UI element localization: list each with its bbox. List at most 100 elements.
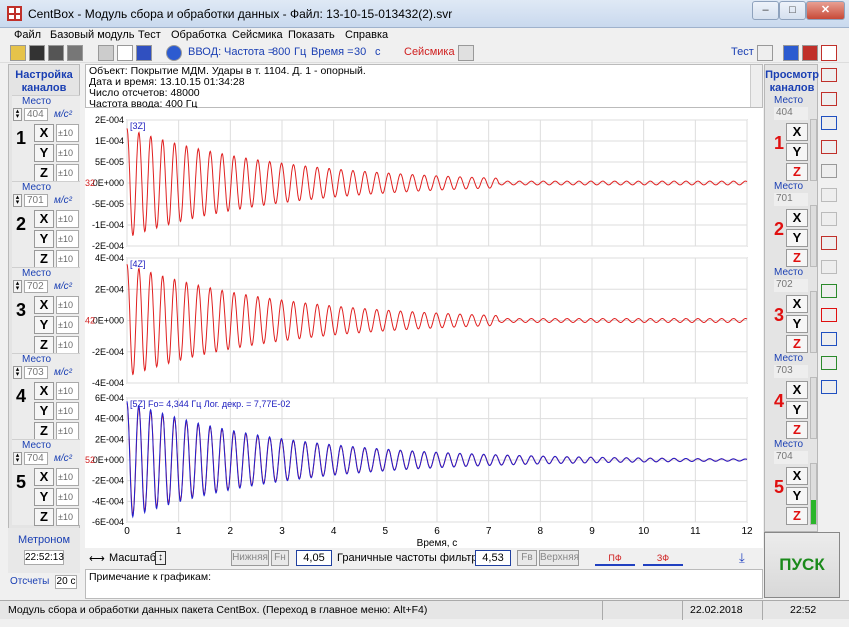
view-axis-z[interactable]: Z: [786, 421, 808, 439]
download-icon[interactable]: ⤓: [739, 550, 745, 566]
menu-test[interactable]: Тест: [138, 29, 161, 41]
curve-icon[interactable]: [821, 164, 837, 178]
filter-icon[interactable]: [821, 236, 837, 250]
upper-button[interactable]: Верхняя: [539, 550, 579, 566]
help-icon[interactable]: [166, 45, 182, 61]
freq-value[interactable]: 800: [272, 46, 290, 58]
menu-help[interactable]: Справка: [345, 29, 388, 41]
fs-icon[interactable]: [821, 332, 837, 346]
window-icon[interactable]: [783, 45, 799, 61]
place-input[interactable]: 702: [24, 280, 48, 293]
range-input[interactable]: ±10: [56, 336, 79, 354]
maximize-button[interactable]: □: [779, 1, 806, 20]
place-input[interactable]: 404: [24, 108, 48, 121]
save-icon[interactable]: [29, 45, 45, 61]
axis-button-x[interactable]: X: [34, 124, 54, 142]
time-value[interactable]: 30: [354, 46, 366, 58]
place-input[interactable]: 701: [24, 194, 48, 207]
range-input[interactable]: ±10: [56, 508, 79, 526]
range-input[interactable]: ±10: [56, 382, 79, 400]
range-input[interactable]: ±10: [56, 468, 79, 486]
range-input[interactable]: ±10: [56, 164, 79, 182]
seismic-button[interactable]: Сейсмика: [404, 46, 455, 58]
axis-button-z[interactable]: Z: [34, 250, 54, 268]
view-axis-z[interactable]: Z: [786, 249, 808, 267]
range-input[interactable]: ±10: [56, 422, 79, 440]
channels-icon[interactable]: [98, 45, 114, 61]
menu-show[interactable]: Показать: [288, 29, 335, 41]
range-input[interactable]: ±10: [56, 488, 79, 506]
circle-icon[interactable]: [821, 260, 837, 274]
range-input[interactable]: ±10: [56, 144, 79, 162]
vertical-scale-icon[interactable]: ↕: [155, 551, 166, 565]
menu-base-module[interactable]: Базовый модуль: [50, 29, 134, 41]
export-icon[interactable]: [67, 45, 83, 61]
axis-button-x[interactable]: X: [34, 210, 54, 228]
record-icon[interactable]: [821, 68, 837, 82]
menu-seismic[interactable]: Сейсмика: [232, 29, 283, 41]
view-axis-x[interactable]: X: [786, 123, 808, 141]
test-button[interactable]: Тест: [731, 46, 754, 58]
axis-button-y[interactable]: Y: [34, 230, 54, 248]
view-axis-x[interactable]: X: [786, 467, 808, 485]
info-scrollbar[interactable]: [750, 65, 762, 107]
view-axis-y[interactable]: Y: [786, 401, 808, 419]
save-as-icon[interactable]: [48, 45, 64, 61]
range-input[interactable]: ±10: [56, 296, 79, 314]
layout-icon[interactable]: [821, 45, 837, 61]
place-spinner[interactable]: ▴ ▾: [13, 366, 22, 379]
place-input[interactable]: 703: [24, 366, 48, 379]
view-axis-x[interactable]: X: [786, 381, 808, 399]
view-axis-y[interactable]: Y: [786, 487, 808, 505]
sigma-icon[interactable]: [821, 212, 837, 226]
view-axis-x[interactable]: X: [786, 295, 808, 313]
spectrum-icon[interactable]: [821, 116, 837, 130]
axis-button-x[interactable]: X: [34, 296, 54, 314]
axis-button-y[interactable]: Y: [34, 402, 54, 420]
report-icon[interactable]: [117, 45, 133, 61]
menu-file[interactable]: Файл: [14, 29, 41, 41]
place-spinner[interactable]: ▴ ▾: [13, 452, 22, 465]
range-input[interactable]: ±10: [56, 316, 79, 334]
view-axis-z[interactable]: Z: [786, 335, 808, 353]
view-axis-z[interactable]: Z: [786, 507, 808, 525]
book-icon[interactable]: [802, 45, 818, 61]
axis-button-z[interactable]: Z: [34, 508, 54, 526]
place-input[interactable]: 704: [24, 452, 48, 465]
start-button[interactable]: ПУСК: [764, 532, 840, 598]
view-axis-x[interactable]: X: [786, 209, 808, 227]
scale-arrow-icon[interactable]: ⟷: [89, 552, 105, 565]
menu-processing[interactable]: Обработка: [171, 29, 226, 41]
upper-freq-input[interactable]: 4,53: [475, 550, 511, 566]
place-spinner[interactable]: ▴ ▾: [13, 108, 22, 121]
axis-button-x[interactable]: X: [34, 382, 54, 400]
axis-button-y[interactable]: Y: [34, 316, 54, 334]
open-icon[interactable]: [10, 45, 26, 61]
range-input[interactable]: ±10: [56, 230, 79, 248]
range-input[interactable]: ±10: [56, 250, 79, 268]
play-icon[interactable]: [821, 308, 837, 322]
bandpass-button[interactable]: ПФ: [595, 551, 635, 566]
list-icon[interactable]: [757, 45, 773, 61]
axis-button-z[interactable]: Z: [34, 336, 54, 354]
view-axis-y[interactable]: Y: [786, 315, 808, 333]
range-input[interactable]: ±10: [56, 210, 79, 228]
lower-button[interactable]: Нижняя: [231, 550, 269, 566]
range-input[interactable]: ±10: [56, 124, 79, 142]
upper-sym[interactable]: Fв: [517, 550, 537, 566]
axis-button-z[interactable]: Z: [34, 164, 54, 182]
axis-button-z[interactable]: Z: [34, 422, 54, 440]
range-input[interactable]: ±10: [56, 402, 79, 420]
view-axis-y[interactable]: Y: [786, 229, 808, 247]
monitor-icon[interactable]: [136, 45, 152, 61]
notes-box[interactable]: Примечание к графикам:: [85, 569, 763, 599]
bandstop-button[interactable]: ЗФ: [643, 551, 683, 566]
undo-icon[interactable]: [821, 380, 837, 394]
lower-freq-input[interactable]: 4,05: [296, 550, 332, 566]
waveform-icon[interactable]: [821, 92, 837, 106]
counts-value[interactable]: 20 с: [55, 575, 77, 589]
axis-button-x[interactable]: X: [34, 468, 54, 486]
table-icon[interactable]: [821, 140, 837, 154]
asterisk-icon[interactable]: [821, 188, 837, 202]
metronome-time[interactable]: 22:52:13: [24, 550, 64, 565]
